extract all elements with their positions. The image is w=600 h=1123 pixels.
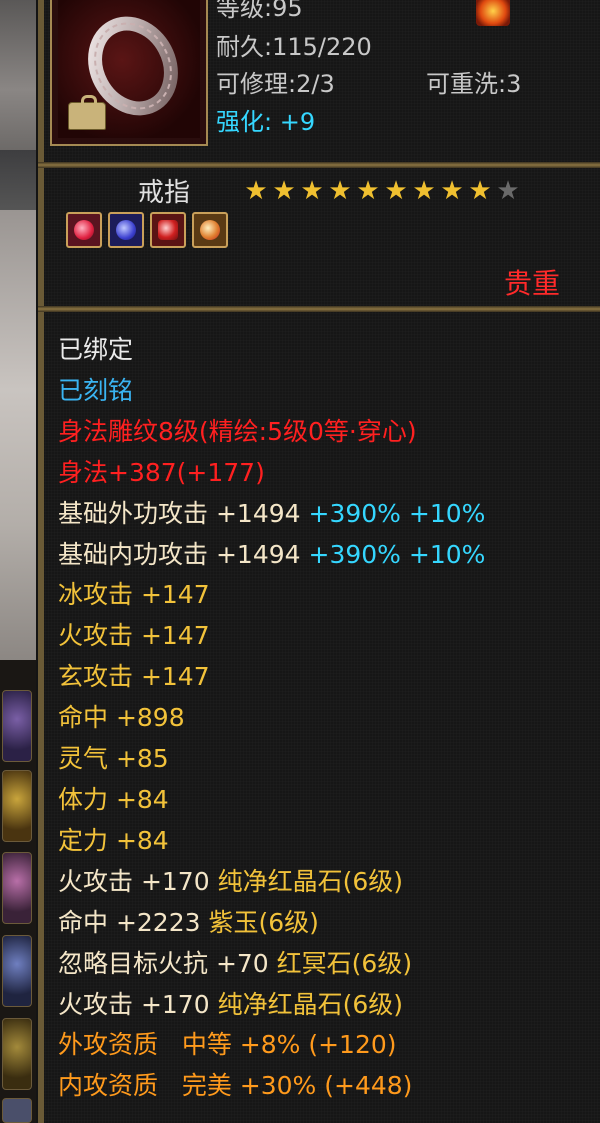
gem-sockets <box>66 212 228 248</box>
skill-slot-icon[interactable] <box>2 1098 32 1123</box>
internal-attack-quality: 内攻资质 完美 +30% (+448) <box>58 1071 413 1101</box>
attr-label: 基础外功攻击 <box>58 498 209 528</box>
fire-attack: 火攻击 +147 <box>58 621 210 651</box>
base-internal-attack: 基础内功攻击 +1494 +390% +10% <box>58 535 485 576</box>
ring-item-icon <box>58 0 200 138</box>
attr-label: 基础内功攻击 <box>58 539 209 569</box>
item-icon-frame <box>50 0 208 146</box>
star-icon: ★ <box>272 176 296 206</box>
star-rating: ★ ★ ★ ★ ★ ★ ★ ★ ★ ★ <box>242 176 522 206</box>
enhance-value: +9 <box>279 108 316 136</box>
ring-icon <box>88 16 178 116</box>
gem-bonus-line: 忽略目标火抗 +70 红冥石(6级) <box>58 944 485 985</box>
lock-icon <box>68 95 106 130</box>
skill-slot-icon[interactable] <box>2 1018 32 1090</box>
fire-emblem-icon <box>476 0 510 26</box>
mystic-attack: 玄攻击 +147 <box>58 662 210 692</box>
gem-socket-icon <box>108 212 144 248</box>
focus: 定力 +84 <box>58 825 169 855</box>
base-external-attack: 基础外功攻击 +1494 +390% +10% <box>58 494 485 535</box>
gem-stat: 火攻击 +170 <box>58 866 210 896</box>
star-icon: ★ <box>356 176 380 206</box>
item-durability: 耐久:115/220 <box>216 33 372 61</box>
skill-slot-icon[interactable] <box>2 935 32 1007</box>
gem-bonus-line: 火攻击 +170 纯净红晶石(6级) <box>58 862 485 903</box>
star-icon: ★ <box>468 176 492 206</box>
attribute-list: 已绑定 已刻铭 身法雕纹8级(精绘:5级0等·穿心) 身法+387(+177) … <box>58 330 485 1107</box>
item-enhance: 强化: +9 <box>216 108 315 136</box>
skill-slot-icon[interactable] <box>2 770 32 842</box>
attr-percent: +390% <box>308 539 401 569</box>
star-icon: ★ <box>384 176 408 206</box>
gem-socket-icon <box>66 212 102 248</box>
gem-name: 红冥石(6级) <box>276 948 413 978</box>
star-icon: ★ <box>496 176 520 206</box>
ice-attack: 冰攻击 +147 <box>58 580 210 610</box>
rarity-label: 贵重 <box>504 267 561 300</box>
bound-status: 已绑定 <box>58 335 134 364</box>
scene-background <box>0 0 36 150</box>
enhance-label: 强化: <box>216 108 273 136</box>
item-rewash-count: 可重洗:3 <box>426 70 522 98</box>
engraved-status: 已刻铭 <box>58 375 134 405</box>
scene-background <box>0 150 36 210</box>
star-icon: ★ <box>300 176 324 206</box>
item-level: 等级:95 <box>216 0 303 22</box>
gem-name: 紫玉(6级) <box>208 907 319 937</box>
gem-bonus-line: 命中 +2223 紫玉(6级) <box>58 903 485 944</box>
star-icon: ★ <box>328 176 352 206</box>
attr-percent: +390% <box>308 498 401 528</box>
gem-socket-icon <box>192 212 228 248</box>
gem-name: 纯净红晶石(6级) <box>217 866 403 896</box>
attr-extra: +10% <box>408 539 486 569</box>
game-scene-strip <box>0 0 36 1123</box>
scene-background <box>0 210 36 660</box>
attr-extra: +10% <box>408 498 486 528</box>
gem-stat: 忽略目标火抗 +70 <box>58 948 269 978</box>
gem-stat: 火攻击 +170 <box>58 989 210 1019</box>
carving-attribute: 身法雕纹8级(精绘:5级0等·穿心) <box>58 416 417 446</box>
attr-value: +1494 <box>215 539 301 569</box>
agility-attribute: 身法+387(+177) <box>58 457 265 487</box>
item-type: 戒指 <box>138 178 191 208</box>
star-icon: ★ <box>440 176 464 206</box>
skill-slot-icon[interactable] <box>2 690 32 762</box>
stamina: 体力 +84 <box>58 784 169 814</box>
hit-rate: 命中 +898 <box>58 703 185 733</box>
skill-slot-icon[interactable] <box>2 852 32 924</box>
external-attack-quality: 外攻资质 中等 +8% (+120) <box>58 1030 397 1060</box>
gem-bonus-line: 火攻击 +170 纯净红晶石(6级) <box>58 985 485 1026</box>
star-icon: ★ <box>244 176 268 206</box>
gem-name: 纯净红晶石(6级) <box>217 989 403 1019</box>
gem-stat: 命中 +2223 <box>58 907 201 937</box>
attr-value: +1494 <box>215 498 301 528</box>
gem-socket-icon <box>150 212 186 248</box>
star-icon: ★ <box>412 176 436 206</box>
item-repairable: 可修理:2/3 <box>216 70 335 98</box>
spirit: 灵气 +85 <box>58 744 169 774</box>
